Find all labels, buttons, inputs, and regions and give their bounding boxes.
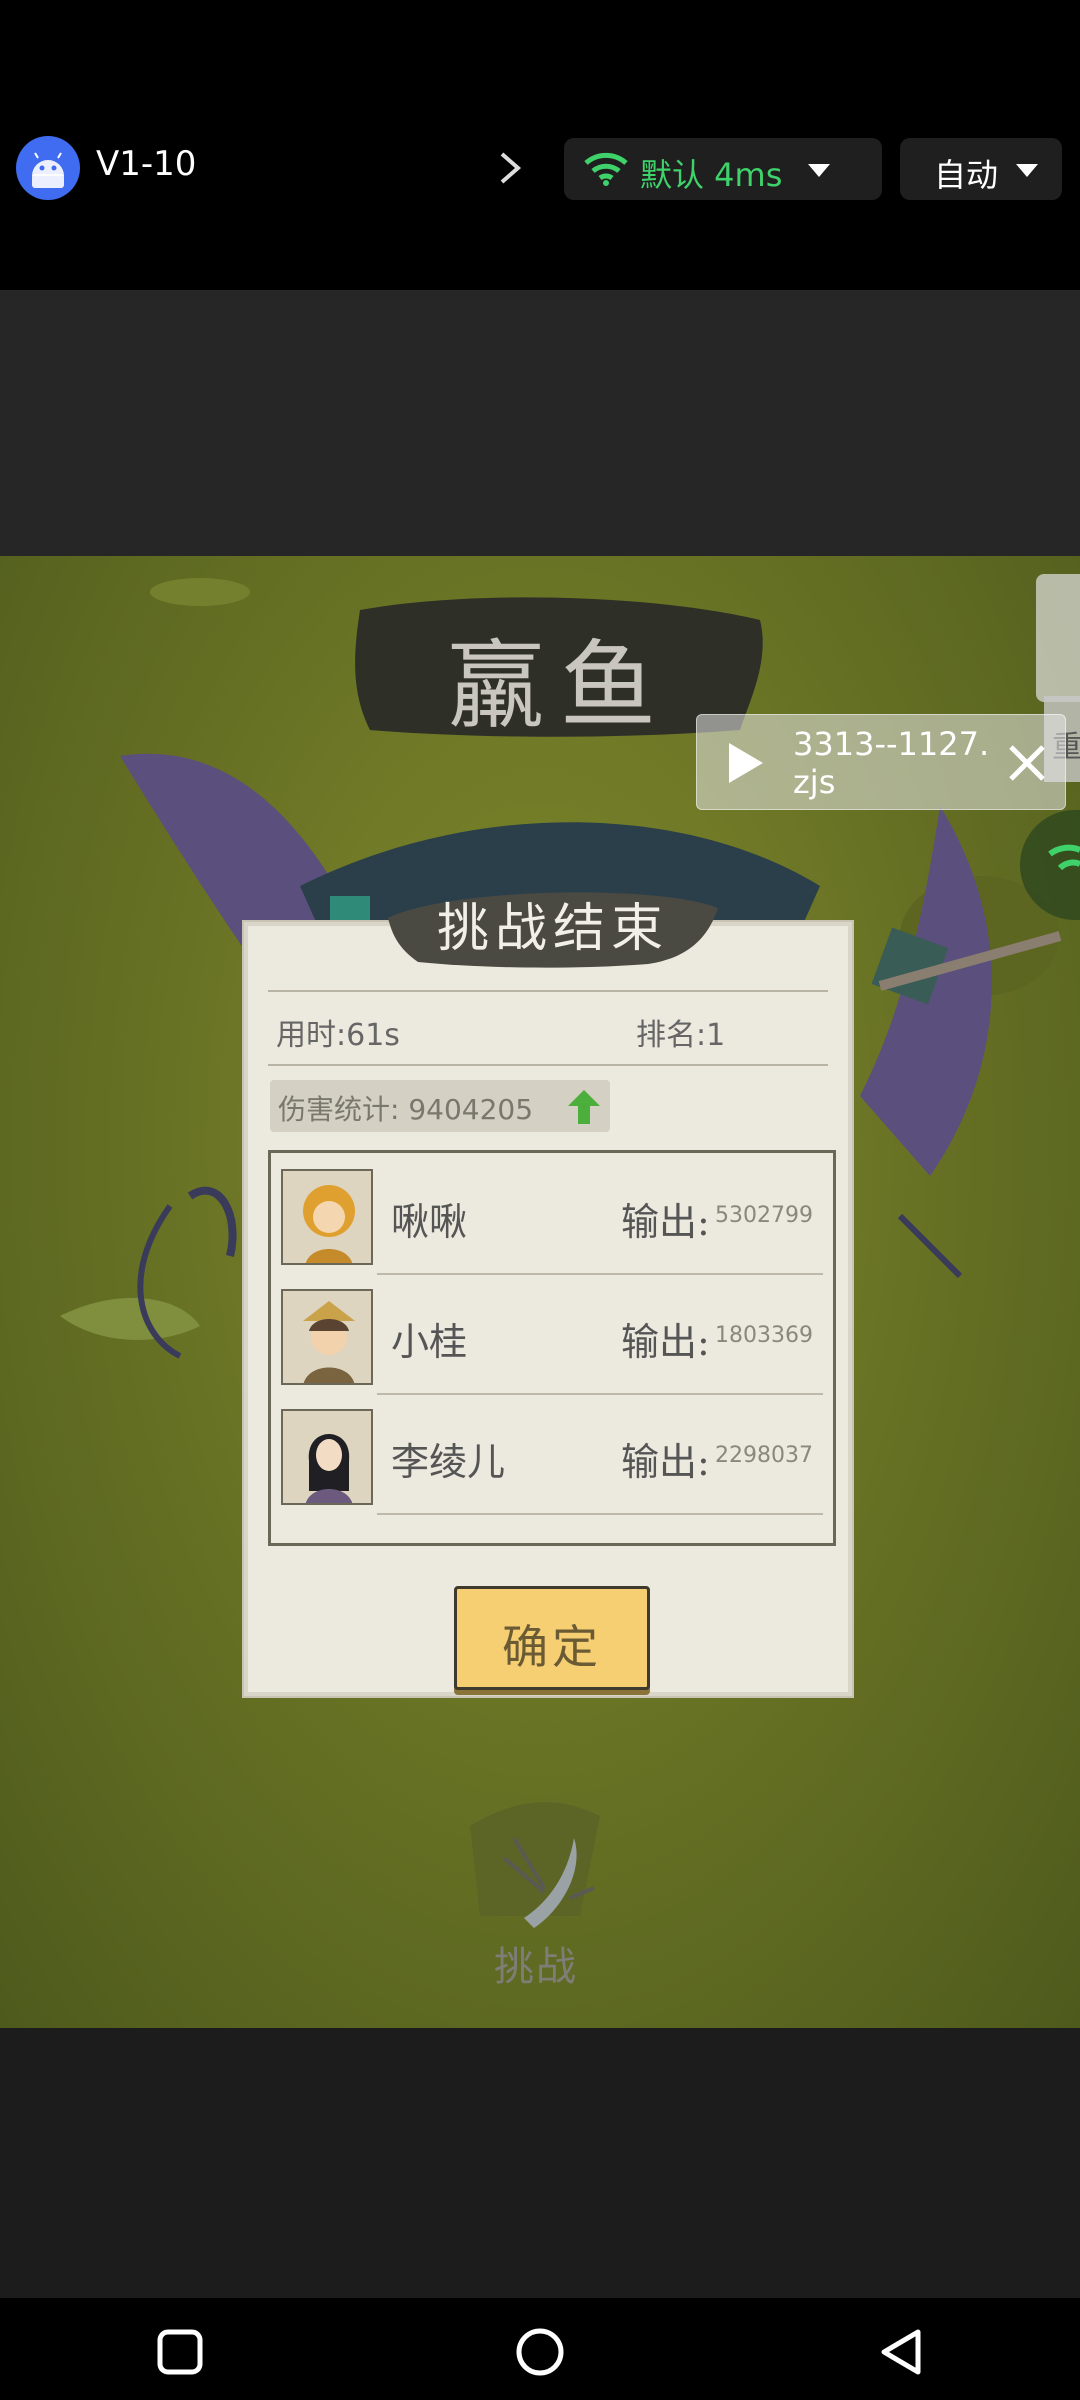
- confirm-button-label: 确定: [502, 1620, 602, 1674]
- avatar: [281, 1289, 373, 1385]
- challenge-button[interactable]: 挑战: [474, 1818, 614, 2018]
- side-wifi-indicator: [1020, 810, 1080, 920]
- close-icon[interactable]: [1007, 743, 1047, 783]
- sword-icon: [502, 1836, 595, 1928]
- avatar: [281, 1409, 373, 1505]
- damage-total: 伤害统计: 9404205: [278, 1093, 534, 1126]
- network-selector[interactable]: 默认 4ms: [564, 138, 882, 200]
- app-title: V1-10: [96, 144, 197, 184]
- output-label: 输出:: [621, 1440, 710, 1484]
- avatar: [281, 1169, 373, 1265]
- divider: [377, 1393, 823, 1395]
- circle-home-icon[interactable]: [510, 2322, 570, 2382]
- challenge-label: 挑战: [494, 1944, 578, 1990]
- top-control-bar: V1-10 默认 4ms 自动: [0, 0, 1080, 290]
- divider: [268, 1064, 828, 1066]
- caret-down-icon: [808, 164, 830, 177]
- member-output-list: 啾啾 输出: 5302799 小桂 输出: 1803369 李绫儿 输出: 22…: [268, 1150, 836, 1546]
- confirm-button[interactable]: 确定: [454, 1586, 650, 1690]
- chevron-right-icon[interactable]: [492, 148, 528, 188]
- wifi-icon: [584, 152, 628, 186]
- member-name: 李绫儿: [391, 1440, 506, 1484]
- output-value: 2298037: [715, 1443, 813, 1468]
- list-item: 李绫儿 输出: 2298037: [281, 1401, 825, 1517]
- side-tab[interactable]: [1036, 574, 1080, 702]
- list-item: 啾啾 输出: 5302799: [281, 1161, 825, 1277]
- network-latency-label: 默认 4ms: [640, 156, 783, 194]
- challenge-result-dialog: 挑战结束 用时:61s 排名:1 伤害统计: 9404205 啾啾 输出: 53…: [244, 892, 852, 1696]
- letterbox-top: [0, 290, 1080, 556]
- android-app-icon[interactable]: [16, 136, 80, 200]
- member-name: 小桂: [391, 1320, 468, 1364]
- mode-selector[interactable]: 自动: [900, 138, 1062, 200]
- divider: [377, 1273, 823, 1275]
- output-label: 输出:: [621, 1200, 710, 1244]
- arrow-up-icon: [568, 1090, 600, 1124]
- media-filename: 3313--1127.zjs: [793, 725, 990, 801]
- square-recents-icon[interactable]: [150, 2322, 210, 2382]
- output-label: 输出:: [621, 1320, 710, 1364]
- floating-media-player[interactable]: 3313--1127.zjs: [696, 714, 1066, 810]
- list-item: 小桂 输出: 1803369: [281, 1281, 825, 1397]
- output-value: 1803369: [715, 1323, 813, 1348]
- play-icon[interactable]: [725, 741, 765, 785]
- divider: [268, 990, 828, 992]
- dialog-title: 挑战结束: [436, 899, 669, 959]
- triangle-back-icon[interactable]: [872, 2322, 932, 2382]
- divider: [377, 1513, 823, 1515]
- caret-down-icon: [1016, 164, 1038, 177]
- letterbox-bottom: [0, 2028, 1080, 2298]
- damage-summary: 伤害统计: 9404205: [270, 1080, 610, 1132]
- game-view[interactable]: 羸鱼 重 3313--1127.zjs 挑战结束 用时:61s 排名:1 伤害统…: [0, 556, 1080, 2028]
- rank-value: 排名:1: [636, 1018, 726, 1053]
- system-nav-bar: [0, 2298, 1080, 2400]
- mode-label: 自动: [934, 156, 999, 194]
- output-value: 5302799: [715, 1203, 813, 1228]
- member-name: 啾啾: [391, 1200, 468, 1244]
- elapsed-time: 用时:61s: [276, 1018, 400, 1053]
